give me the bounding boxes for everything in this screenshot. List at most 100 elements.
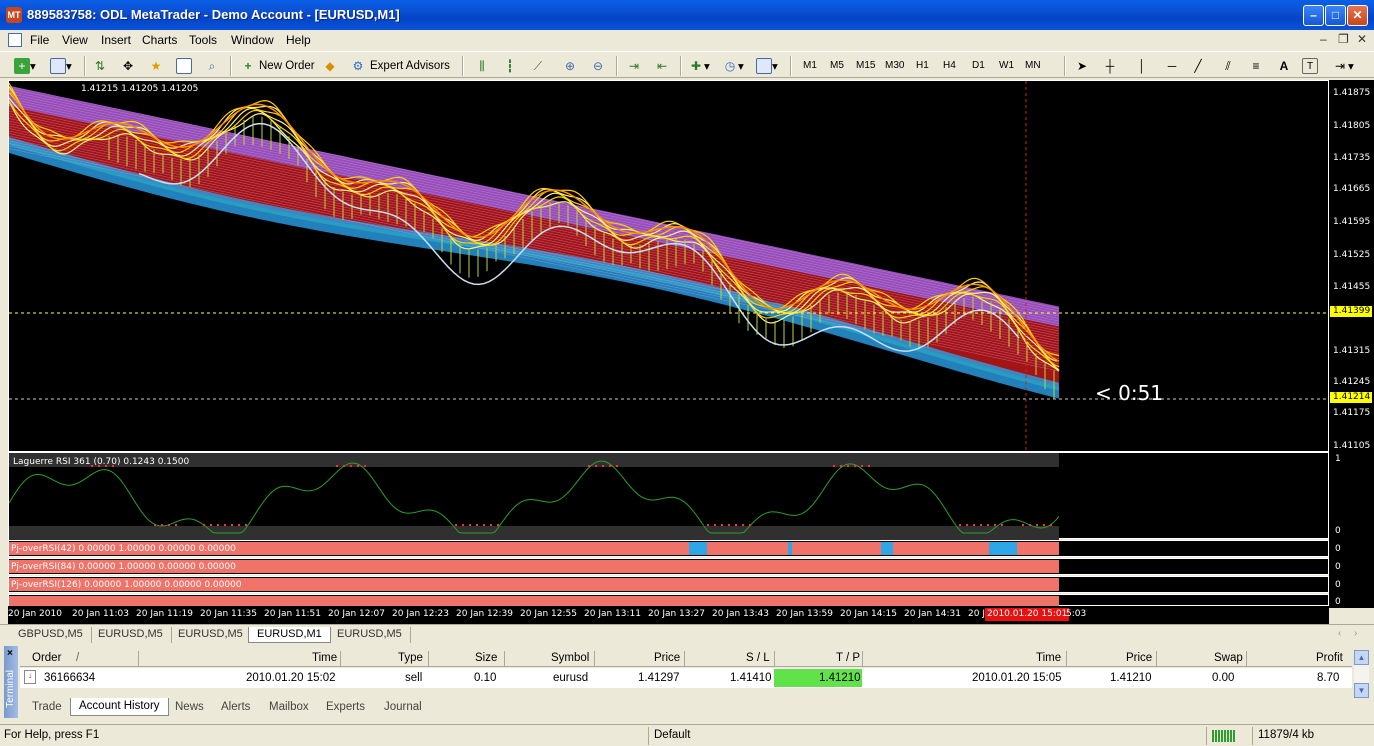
timeframe-h4[interactable]: H4 xyxy=(943,60,956,71)
timeframe-m30[interactable]: M30 xyxy=(885,60,904,71)
tab-news[interactable]: News xyxy=(175,701,204,713)
col-profit[interactable]: Profit xyxy=(1316,652,1343,664)
timeframe-w1[interactable]: W1 xyxy=(999,60,1014,71)
tab-journal[interactable]: Journal xyxy=(384,701,422,713)
timeframe-m5[interactable]: M5 xyxy=(830,60,844,71)
navigator-button[interactable]: ✥ xyxy=(120,56,136,76)
timeframe-mn[interactable]: MN xyxy=(1025,60,1041,71)
templates-button[interactable]: ▾ xyxy=(756,56,778,76)
pj-overrsi-42-pane[interactable]: Pj-overRSI(42) 0.00000 1.00000 0.00000 0… xyxy=(8,540,1329,557)
periods-button[interactable]: ◷ ▾ xyxy=(722,56,744,76)
col-swap[interactable]: Swap xyxy=(1214,652,1243,664)
col-open-price[interactable]: Price xyxy=(654,652,680,664)
child-close-icon[interactable]: ✕ xyxy=(1357,32,1367,46)
tab-trade[interactable]: Trade xyxy=(32,701,62,713)
fibonacci-button[interactable]: ≡ xyxy=(1248,56,1264,76)
col-open-time[interactable]: Time xyxy=(312,652,337,664)
tab-alerts[interactable]: Alerts xyxy=(221,701,250,713)
cursor-tool-button[interactable]: ➤ xyxy=(1074,56,1090,76)
scroll-down-icon[interactable]: ▼ xyxy=(1354,683,1369,698)
tab-scroll-left-icon[interactable]: ‹ xyxy=(1338,628,1341,639)
vertical-line-button[interactable]: │ xyxy=(1134,56,1150,76)
close-button[interactable]: ✕ xyxy=(1347,5,1368,26)
bar-chart-button[interactable]: ⫼ xyxy=(474,56,490,76)
pj-overrsi-84-pane[interactable]: Pj-overRSI(84) 0.00000 1.00000 0.00000 0… xyxy=(8,558,1329,575)
minimize-button[interactable]: – xyxy=(1303,5,1324,26)
status-profile[interactable]: Default xyxy=(654,729,690,741)
text-label-button[interactable]: T xyxy=(1302,56,1318,76)
tab-scroll-right-icon[interactable]: › xyxy=(1354,628,1357,639)
auto-scroll-button[interactable]: ⇥ xyxy=(626,56,642,76)
tester-button[interactable]: ⌕ xyxy=(204,56,220,76)
indicators-button[interactable]: ✚ ▾ xyxy=(688,56,710,76)
menu-tools[interactable]: Tools xyxy=(189,33,217,47)
menu-insert[interactable]: Insert xyxy=(101,33,131,47)
favorites-button[interactable]: ★ xyxy=(148,56,164,76)
new-order-button[interactable]: + New Order xyxy=(240,56,314,76)
crosshair-tool-button[interactable]: ┼ xyxy=(1102,56,1118,76)
col-symbol[interactable]: Symbol xyxy=(551,652,589,664)
arrow-cursor-icon: ➤ xyxy=(1076,59,1088,73)
menu-view[interactable]: View xyxy=(62,33,88,47)
col-close-price[interactable]: Price xyxy=(1126,652,1152,664)
col-order[interactable]: Order xyxy=(32,652,61,664)
timeframe-d1[interactable]: D1 xyxy=(972,60,985,71)
pj-overrsi-126-pane[interactable]: Pj-overRSI(126) 0.00000 1.00000 0.00000 … xyxy=(8,576,1329,593)
price-chart[interactable]: 1.41215 1.41205 1.41205 < 0:51 xyxy=(8,80,1330,453)
chart-tab-eurusd-m5[interactable]: EURUSD,M5 xyxy=(90,627,172,643)
table-row[interactable]: ↓ 36166634 2010.01.20 15:02 sell 0.10 eu… xyxy=(20,668,1352,688)
zoom-in-button[interactable]: ⊕ xyxy=(562,56,578,76)
text-tool-button[interactable]: A xyxy=(1276,56,1292,76)
laguerre-rsi-pane[interactable]: Laguerre RSI 361 (0.70) 0.1243 0.1500 xyxy=(8,452,1329,540)
candlestick-icon: ┇ xyxy=(506,59,514,73)
chart-tab-eurusd-m1[interactable]: EURUSD,M1 xyxy=(248,627,331,643)
terminal-close-icon[interactable]: × xyxy=(7,648,13,659)
col-close-time[interactable]: Time xyxy=(1036,652,1061,664)
menu-charts[interactable]: Charts xyxy=(142,33,177,47)
menu-file[interactable]: File xyxy=(30,33,49,47)
document-icon[interactable] xyxy=(8,33,22,47)
terminal-panel: × Terminal Order / Time Type Size Symbol… xyxy=(4,646,1370,722)
arrows-button[interactable]: ⇥ ▾ xyxy=(1332,56,1354,76)
child-minimize-icon[interactable]: – xyxy=(1320,32,1327,46)
chart-tab-gbpusd-m5[interactable]: GBPUSD,M5 xyxy=(10,627,92,643)
col-size[interactable]: Size xyxy=(475,652,497,664)
zoom-out-button[interactable]: ⊖ xyxy=(590,56,606,76)
col-tp[interactable]: T / P xyxy=(836,652,860,664)
tab-experts[interactable]: Experts xyxy=(326,701,365,713)
profiles-button[interactable]: ▾ xyxy=(50,56,72,76)
equidistant-channel-button[interactable]: ⫽ xyxy=(1220,56,1236,76)
chart-tab-eurusd-m5-3[interactable]: EURUSD,M5 xyxy=(329,627,411,643)
market-watch-button[interactable]: ⇅ xyxy=(92,56,108,76)
pj-overrsi-pane-4[interactable] xyxy=(8,594,1329,606)
meta-editor-button[interactable]: ◆ xyxy=(322,56,338,76)
timeframe-m15[interactable]: M15 xyxy=(856,60,875,71)
col-sort-indicator: / xyxy=(76,652,80,664)
horizontal-line-button[interactable]: ─ xyxy=(1164,56,1180,76)
chart-shift-button[interactable]: ⇤ xyxy=(654,56,670,76)
chart-tab-eurusd-m5-2[interactable]: EURUSD,M5 xyxy=(170,627,252,643)
expert-advisors-button[interactable]: ⚙ Expert Advisors xyxy=(350,56,450,76)
trendline-button[interactable]: ╱ xyxy=(1190,56,1206,76)
time-label: 20 Jan 12:55 xyxy=(520,609,577,619)
line-chart-button[interactable]: ⟋ xyxy=(530,56,546,76)
timeframe-h1[interactable]: H1 xyxy=(916,60,929,71)
menu-help[interactable]: Help xyxy=(286,33,311,47)
time-label: 20 J xyxy=(968,609,985,619)
time-axis[interactable]: 20 Jan 2010 20 Jan 11:03 20 Jan 11:19 20… xyxy=(8,606,1329,624)
tab-mailbox[interactable]: Mailbox xyxy=(269,701,309,713)
title-bar[interactable]: MT 889583758: ODL MetaTrader - Demo Acco… xyxy=(0,0,1374,30)
candle-chart-button[interactable]: ┇ xyxy=(502,56,518,76)
terminal-scrollbar[interactable]: ▲ ▼ xyxy=(1354,650,1369,698)
terminal-button[interactable] xyxy=(176,56,192,76)
new-chart-button[interactable]: + ▾ xyxy=(14,56,36,76)
price-scale[interactable]: 1.41875 1.41805 1.41735 1.41665 1.41595 … xyxy=(1329,80,1374,608)
menu-window[interactable]: Window xyxy=(231,33,274,47)
col-sl[interactable]: S / L xyxy=(746,652,770,664)
tab-account-history[interactable]: Account History xyxy=(70,698,169,716)
col-type[interactable]: Type xyxy=(398,652,423,664)
child-restore-icon[interactable]: ❐ xyxy=(1338,32,1349,46)
maximize-button[interactable]: □ xyxy=(1325,5,1346,26)
scroll-up-icon[interactable]: ▲ xyxy=(1354,650,1369,665)
timeframe-m1[interactable]: M1 xyxy=(803,60,817,71)
